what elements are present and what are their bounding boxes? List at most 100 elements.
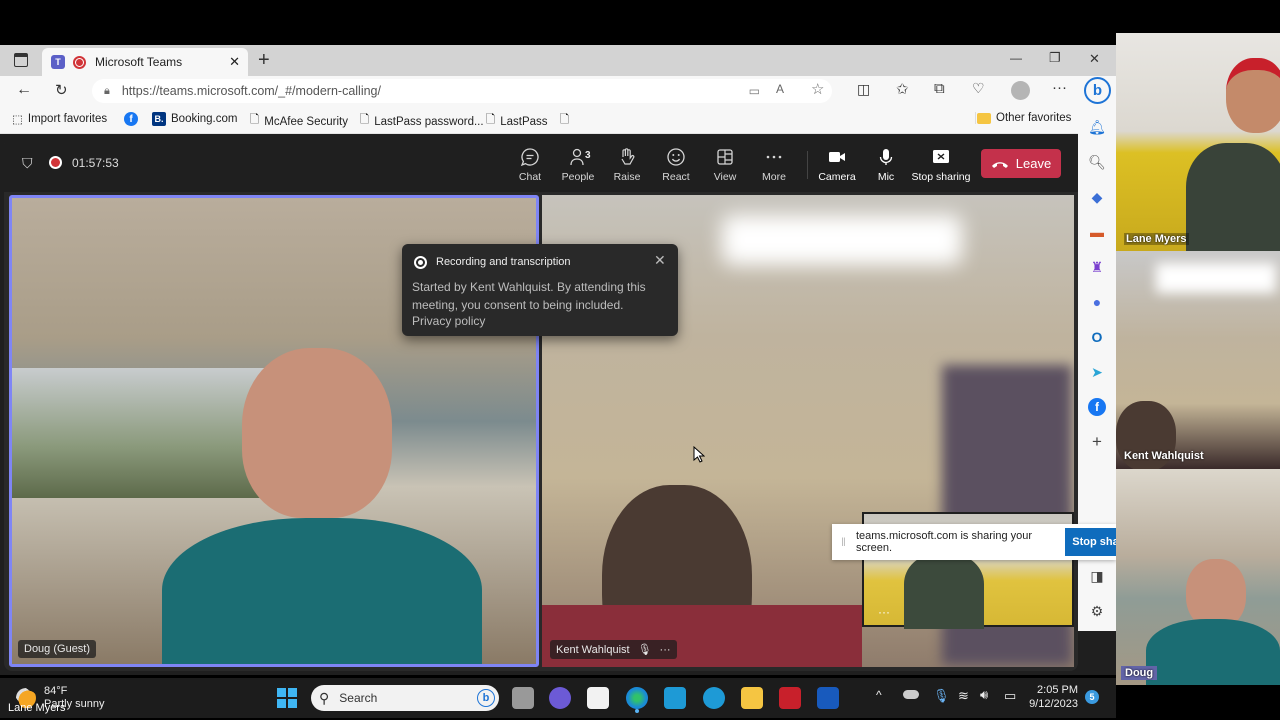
mic-button[interactable]: Mic bbox=[861, 147, 911, 183]
back-icon[interactable]: ← bbox=[16, 81, 32, 99]
gallery-tile-doug[interactable]: Doug bbox=[1116, 469, 1280, 685]
fav-lastpass[interactable]: 🗋 LastPass bbox=[486, 112, 548, 131]
wifi-icon[interactable]: ≋ bbox=[958, 688, 969, 704]
teams-chat-icon[interactable] bbox=[549, 687, 571, 709]
fav-page[interactable]: 🗋 bbox=[560, 112, 569, 131]
add-sidebar-icon[interactable]: + bbox=[1088, 432, 1106, 451]
gallery-name-label: Lane Myers bbox=[1124, 233, 1189, 245]
fav-mcafee[interactable]: 🗋 McAfee Security bbox=[250, 112, 348, 131]
fav-other[interactable]: Other favorites bbox=[975, 112, 1071, 124]
notification-badge[interactable]: 5 bbox=[1085, 690, 1099, 704]
self-view-shirt bbox=[904, 554, 984, 629]
chat-button[interactable]: Chat bbox=[505, 147, 555, 183]
notification-bell-icon[interactable]: 🔔︎ bbox=[1088, 118, 1106, 136]
clock-time[interactable]: 2:05 PM bbox=[1036, 684, 1078, 696]
close-window-button[interactable]: ✕ bbox=[1089, 51, 1100, 67]
send-icon[interactable]: ➤ bbox=[1088, 363, 1106, 381]
favorite-star-icon[interactable]: ☆ bbox=[811, 80, 824, 98]
store-icon[interactable] bbox=[587, 687, 609, 709]
file-explorer-icon[interactable] bbox=[741, 687, 763, 709]
clock-date[interactable]: 9/12/2023 bbox=[1026, 698, 1078, 710]
url-text: https://teams.microsoft.com/_#/modern-ca… bbox=[121, 84, 381, 98]
hide-sidebar-icon[interactable]: ◨ bbox=[1088, 567, 1106, 585]
react-button[interactable]: React bbox=[651, 147, 701, 183]
facebook-sidebar-icon[interactable]: f bbox=[1088, 398, 1106, 416]
privacy-policy-link[interactable]: Privacy policy bbox=[412, 314, 485, 328]
url-field[interactable]: 🔒︎ https://teams.microsoft.com/_#/modern… bbox=[92, 79, 832, 103]
record-icon bbox=[414, 256, 427, 269]
gallery-name-label: Doug bbox=[1121, 666, 1158, 680]
bing-chat-icon[interactable]: b bbox=[1084, 77, 1111, 104]
fav-lastpass-password[interactable]: 🗋 LastPass password... bbox=[360, 112, 484, 131]
taskbar-search[interactable]: ⚲ Search b bbox=[311, 685, 499, 711]
read-aloud-icon[interactable]: A bbox=[776, 82, 784, 96]
fav-facebook[interactable]: f bbox=[124, 112, 138, 126]
more-options-icon[interactable]: ··· bbox=[1052, 79, 1067, 96]
help-icon[interactable] bbox=[703, 687, 725, 709]
teams-meeting-window: ⛉ 01:57:53 Chat People 3 Raise React Vie… bbox=[4, 137, 1078, 671]
gallery-tile-lane[interactable]: Lane Myers bbox=[1116, 33, 1280, 251]
hp-icon[interactable] bbox=[664, 687, 686, 709]
browser-essentials-icon[interactable]: ♡ bbox=[972, 80, 985, 97]
refresh-icon[interactable]: ↻ bbox=[55, 81, 68, 99]
import-icon: ⬚ bbox=[12, 114, 23, 126]
participant-name-label: Kent Wahlquist 🎙︎ ··· bbox=[550, 640, 677, 659]
tools-icon[interactable]: ▬ bbox=[1088, 223, 1106, 241]
stop-sharing-button[interactable]: Stop sharing bbox=[911, 147, 971, 183]
minimize-button[interactable]: — bbox=[1010, 51, 1022, 65]
more-button[interactable]: More bbox=[749, 147, 799, 183]
stop-sharing-icon bbox=[933, 150, 949, 163]
people-button[interactable]: People 3 bbox=[553, 147, 603, 183]
edge-icon[interactable] bbox=[626, 687, 648, 709]
self-view-more-icon[interactable]: ··· bbox=[878, 605, 890, 619]
raise-hand-button[interactable]: Raise bbox=[602, 147, 652, 183]
browser-tab-teams[interactable]: T Microsoft Teams ✕ bbox=[42, 48, 248, 76]
recording-notification: Recording and transcription ✕ Started by… bbox=[402, 244, 678, 336]
start-button[interactable] bbox=[277, 688, 297, 708]
games-icon[interactable]: ♜ bbox=[1088, 258, 1106, 276]
microphone-tray-icon[interactable]: 🎙︎ bbox=[933, 688, 950, 704]
show-hidden-icons[interactable]: ^ bbox=[876, 688, 882, 702]
settings-gear-icon[interactable]: ⚙ bbox=[1088, 602, 1106, 620]
split-screen-icon[interactable]: ◫ bbox=[857, 81, 870, 98]
participant-more-icon[interactable]: ··· bbox=[660, 644, 671, 656]
favorites-icon[interactable]: ✩ bbox=[896, 80, 909, 98]
people-count: 3 bbox=[585, 150, 591, 161]
search-icon[interactable]: 🔍︎ bbox=[1088, 153, 1106, 171]
shield-icon[interactable]: ⛉ bbox=[22, 155, 33, 172]
collections-icon[interactable]: ⧉ bbox=[934, 80, 945, 97]
tab-close-icon[interactable]: ✕ bbox=[229, 54, 240, 70]
profile-avatar[interactable] bbox=[1011, 81, 1030, 100]
task-view-icon[interactable] bbox=[512, 687, 534, 709]
shopping-tag-icon[interactable]: ◆ bbox=[1088, 188, 1106, 206]
outlook-icon[interactable]: O bbox=[1088, 328, 1106, 346]
camera-button[interactable]: Camera bbox=[812, 147, 862, 183]
fav-import[interactable]: ⬚ Import favorites bbox=[12, 112, 107, 126]
video-icon[interactable]: ▭ bbox=[749, 84, 760, 98]
battery-icon[interactable]: ▭ bbox=[1004, 688, 1016, 704]
desktop-screen: T Microsoft Teams ✕ + — ❐ ✕ ← ↻ 🔒︎ https… bbox=[0, 45, 1116, 718]
leave-button[interactable]: Leave bbox=[981, 149, 1061, 178]
microsoft-365-icon[interactable]: ● bbox=[1088, 293, 1106, 311]
stop-sharing-browser-button[interactable]: Stop sha bbox=[1065, 528, 1116, 556]
page-icon: 🗋 bbox=[560, 114, 570, 126]
mcafee-icon[interactable] bbox=[779, 687, 801, 709]
participant-name-label: Doug (Guest) bbox=[18, 640, 97, 658]
word-icon[interactable] bbox=[817, 687, 839, 709]
ellipsis-icon bbox=[766, 155, 782, 159]
view-button[interactable]: View bbox=[700, 147, 750, 183]
search-icon: ⚲ bbox=[319, 689, 330, 706]
participant-face bbox=[1226, 58, 1280, 133]
car-window bbox=[12, 368, 272, 498]
volume-icon[interactable]: 🔊︎ bbox=[980, 687, 988, 703]
page-icon: 🗋 bbox=[250, 114, 260, 126]
onedrive-icon[interactable] bbox=[903, 690, 919, 699]
new-tab-button[interactable]: + bbox=[258, 49, 270, 72]
smiley-icon bbox=[667, 148, 685, 166]
restore-button[interactable]: ❐ bbox=[1049, 50, 1061, 66]
gallery-tile-kent[interactable]: Kent Wahlquist bbox=[1116, 251, 1280, 469]
close-notification-icon[interactable]: ✕ bbox=[654, 252, 666, 269]
tab-actions-icon[interactable] bbox=[14, 53, 28, 67]
drag-handle-icon[interactable]: ‖ bbox=[841, 535, 846, 549]
fav-booking[interactable]: B. Booking.com bbox=[152, 112, 237, 126]
